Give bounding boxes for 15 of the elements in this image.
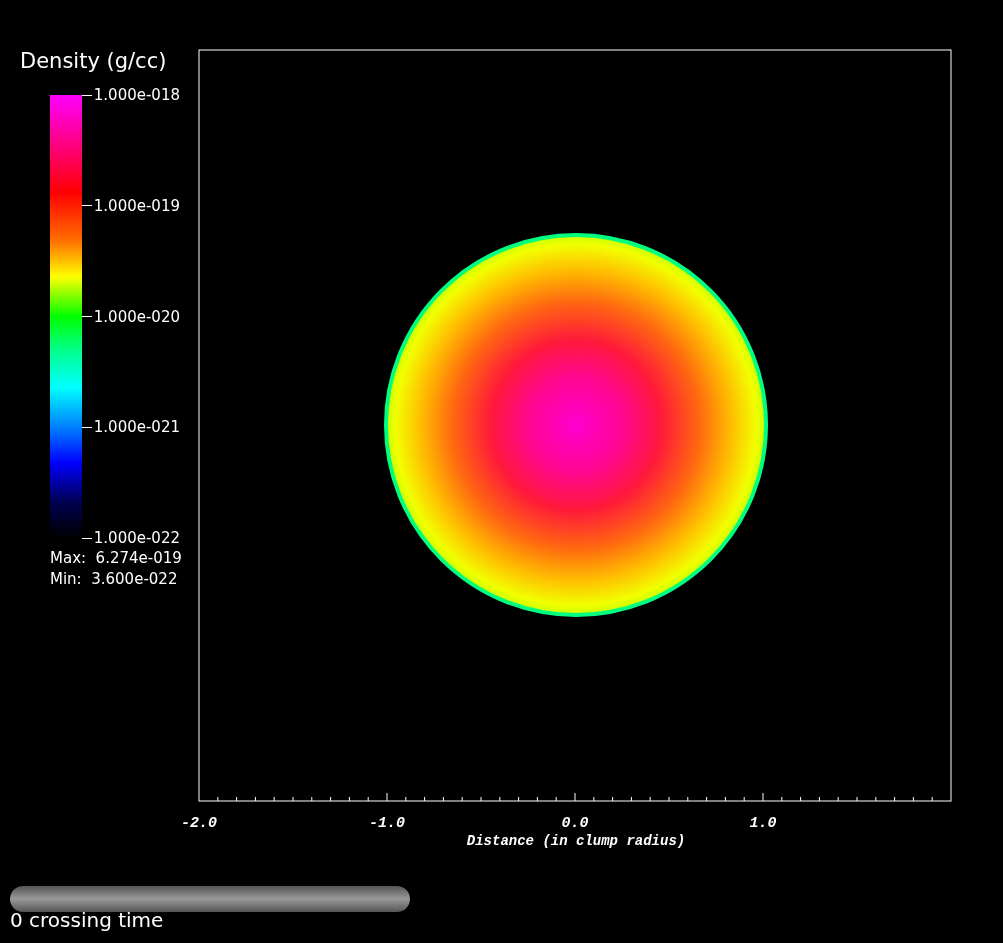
colorbar-tick-label: 1.000e-019 [93, 196, 180, 215]
axis-tick-label: 0.0 [561, 815, 589, 832]
colorbar-tick-label: 1.000e-021 [93, 418, 180, 437]
max-value: Max: 6.274e-019 [50, 548, 182, 568]
min-value: Min: 3.600e-022 [50, 569, 178, 589]
colorbar-tick-label: 1.000e-018 [93, 86, 180, 104]
time-slider[interactable] [10, 886, 410, 912]
time-label: 0 crossing time [10, 909, 164, 931]
axis-title: Distance (in clump radius) [466, 833, 686, 849]
axis-tick-label: -2.0 [181, 815, 217, 832]
colorbar-tick-label: 1.000e-022 [93, 529, 180, 547]
axis-tick-label: 1.0 [749, 815, 777, 832]
colorbar-tick-label: 1.000e-020 [93, 307, 180, 326]
axis-tick-label: -1.0 [369, 815, 405, 832]
legend-title: Density (g/cc) [20, 48, 167, 74]
